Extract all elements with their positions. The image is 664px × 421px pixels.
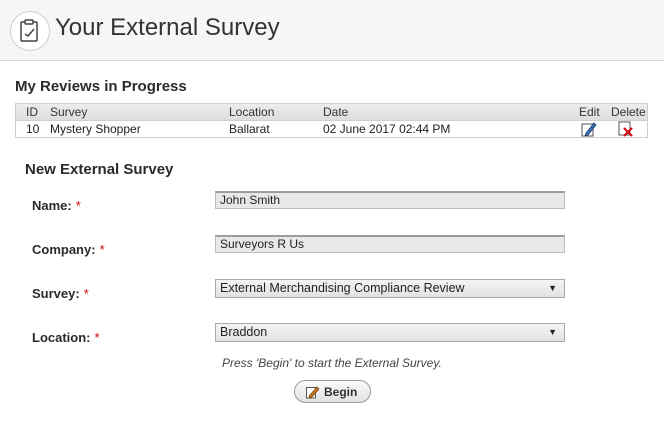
company-label: Company: * bbox=[32, 242, 105, 257]
col-edit: Edit bbox=[579, 105, 600, 119]
company-field[interactable]: Surveyors R Us bbox=[215, 235, 565, 253]
location-label: Location: * bbox=[32, 330, 100, 345]
name-label-text: Name: bbox=[32, 198, 72, 213]
row-date: 02 June 2017 02:44 PM bbox=[323, 122, 451, 136]
col-survey: Survey bbox=[50, 105, 88, 119]
required-mark: * bbox=[94, 330, 100, 345]
clipboard-icon bbox=[10, 11, 50, 51]
name-label: Name: * bbox=[32, 198, 81, 213]
dropdown-arrow-icon: ▼ bbox=[548, 283, 557, 293]
new-survey-title: New External Survey bbox=[25, 161, 174, 178]
col-delete: Delete bbox=[611, 105, 646, 119]
table-header: ID Survey Location Date Edit Delete bbox=[16, 104, 647, 121]
dropdown-arrow-icon: ▼ bbox=[548, 327, 557, 337]
location-select-value: Braddon bbox=[220, 325, 268, 339]
required-mark: * bbox=[83, 286, 89, 301]
app-header: Your External Survey bbox=[0, 0, 664, 61]
edit-icon[interactable] bbox=[581, 121, 597, 137]
app-title: Your External Survey bbox=[55, 14, 280, 41]
begin-button-label: Begin bbox=[324, 385, 358, 399]
pencil-icon bbox=[306, 386, 320, 399]
location-select[interactable]: Braddon ▼ bbox=[215, 323, 565, 342]
col-date: Date bbox=[323, 105, 349, 119]
row-survey: Mystery Shopper bbox=[50, 122, 141, 136]
company-label-text: Company: bbox=[32, 242, 96, 257]
col-location: Location bbox=[229, 105, 275, 119]
reviews-table: ID Survey Location Date Edit Delete 10 M… bbox=[15, 103, 648, 138]
col-id: ID bbox=[26, 105, 38, 119]
reviews-section-title: My Reviews in Progress bbox=[15, 78, 187, 95]
required-mark: * bbox=[99, 242, 105, 257]
survey-label: Survey: * bbox=[32, 286, 89, 301]
name-field[interactable]: John Smith bbox=[215, 191, 565, 209]
survey-select[interactable]: External Merchandising Compliance Review… bbox=[215, 279, 565, 298]
location-label-text: Location: bbox=[32, 330, 91, 345]
row-location: Ballarat bbox=[229, 122, 270, 136]
row-id: 10 bbox=[26, 122, 40, 136]
begin-hint: Press 'Begin' to start the External Surv… bbox=[222, 356, 442, 370]
begin-button[interactable]: Begin bbox=[294, 380, 371, 403]
delete-icon[interactable] bbox=[618, 121, 634, 137]
required-mark: * bbox=[75, 198, 81, 213]
survey-label-text: Survey: bbox=[32, 286, 80, 301]
survey-select-value: External Merchandising Compliance Review bbox=[220, 281, 465, 295]
